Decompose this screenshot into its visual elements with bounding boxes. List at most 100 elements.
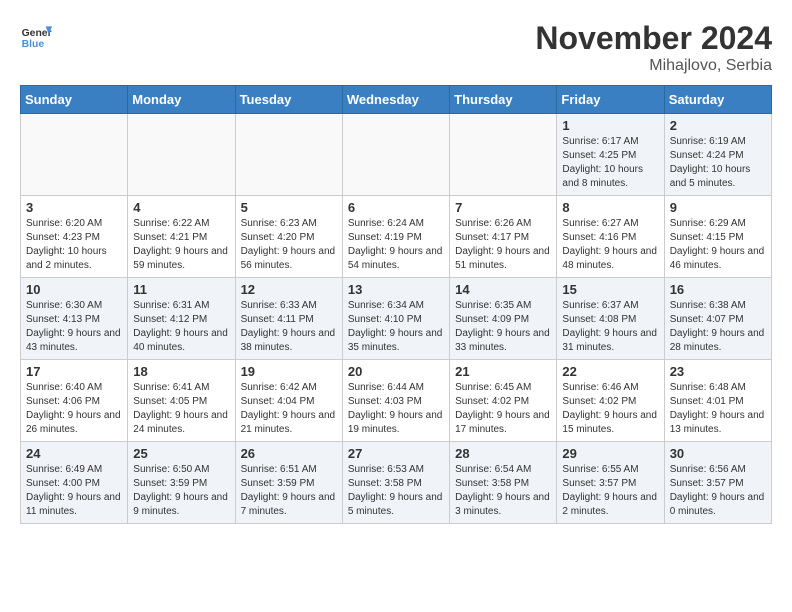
calendar-week-row: 10 Sunrise: 6:30 AM Sunset: 4:13 PM Dayli… (21, 278, 772, 360)
calendar-day-cell: 22 Sunrise: 6:46 AM Sunset: 4:02 PM Dayli… (557, 360, 664, 442)
calendar-week-row: 1 Sunrise: 6:17 AM Sunset: 4:25 PM Daylig… (21, 114, 772, 196)
calendar-day-cell: 19Sunrise: 6:42 AM Sunset: 4:04 PM Dayli… (235, 360, 342, 442)
day-info: Sunrise: 6:24 AM Sunset: 4:19 PM Dayligh… (348, 217, 444, 273)
day-number: 3 (26, 200, 122, 215)
calendar-day-cell: 8 Sunrise: 6:27 AM Sunset: 4:16 PM Daylig… (557, 196, 664, 278)
month-title: November 2024 (535, 20, 772, 57)
day-info: Sunrise: 6:33 AM Sunset: 4:11 PM Dayligh… (241, 299, 337, 355)
weekday-header: Saturday (664, 86, 771, 114)
weekday-header: Sunday (21, 86, 128, 114)
calendar-day-cell: 24 Sunrise: 6:49 AM Sunset: 4:00 PM Dayli… (21, 442, 128, 524)
day-info: Sunrise: 6:54 AM Sunset: 3:58 PM Dayligh… (455, 463, 551, 519)
day-info: Sunrise: 6:31 AM Sunset: 4:12 PM Dayligh… (133, 299, 229, 355)
day-number: 6 (348, 200, 444, 215)
day-number: 5 (241, 200, 337, 215)
day-info: Sunrise: 6:45 AM Sunset: 4:02 PM Dayligh… (455, 381, 551, 437)
day-number: 16 (670, 282, 766, 297)
calendar-day-cell: 23Sunrise: 6:48 AM Sunset: 4:01 PM Dayli… (664, 360, 771, 442)
calendar-week-row: 17 Sunrise: 6:40 AM Sunset: 4:06 PM Dayli… (21, 360, 772, 442)
day-number: 1 (562, 118, 658, 133)
calendar-day-cell: 5Sunrise: 6:23 AM Sunset: 4:20 PM Daylig… (235, 196, 342, 278)
day-number: 7 (455, 200, 551, 215)
calendar-day-cell: 9 Sunrise: 6:29 AM Sunset: 4:15 PM Daylig… (664, 196, 771, 278)
day-number: 26 (241, 446, 337, 461)
calendar-day-cell: 7 Sunrise: 6:26 AM Sunset: 4:17 PM Daylig… (450, 196, 557, 278)
day-info: Sunrise: 6:37 AM Sunset: 4:08 PM Dayligh… (562, 299, 658, 355)
day-number: 11 (133, 282, 229, 297)
calendar-day-cell: 12 Sunrise: 6:33 AM Sunset: 4:11 PM Dayli… (235, 278, 342, 360)
calendar-day-cell: 16 Sunrise: 6:38 AM Sunset: 4:07 PM Dayli… (664, 278, 771, 360)
page-header: General Blue November 2024 Mihajlovo, Se… (20, 20, 772, 75)
day-info: Sunrise: 6:22 AM Sunset: 4:21 PM Dayligh… (133, 217, 229, 273)
day-info: Sunrise: 6:55 AM Sunset: 3:57 PM Dayligh… (562, 463, 658, 519)
calendar-week-row: 24 Sunrise: 6:49 AM Sunset: 4:00 PM Dayli… (21, 442, 772, 524)
day-number: 23 (670, 364, 766, 379)
day-info: Sunrise: 6:30 AM Sunset: 4:13 PM Dayligh… (26, 299, 122, 355)
weekday-header: Thursday (450, 86, 557, 114)
day-number: 8 (562, 200, 658, 215)
calendar-day-cell: 26 Sunrise: 6:51 AM Sunset: 3:59 PM Dayli… (235, 442, 342, 524)
day-number: 18 (133, 364, 229, 379)
calendar-day-cell (21, 114, 128, 196)
day-info: Sunrise: 6:27 AM Sunset: 4:16 PM Dayligh… (562, 217, 658, 273)
calendar-day-cell: 18 Sunrise: 6:41 AM Sunset: 4:05 PM Dayli… (128, 360, 235, 442)
day-number: 25 (133, 446, 229, 461)
calendar-table: SundayMondayTuesdayWednesdayThursdayFrid… (20, 85, 772, 524)
day-number: 22 (562, 364, 658, 379)
day-info: Sunrise: 6:53 AM Sunset: 3:58 PM Dayligh… (348, 463, 444, 519)
day-info: Sunrise: 6:41 AM Sunset: 4:05 PM Dayligh… (133, 381, 229, 437)
logo: General Blue (20, 20, 52, 52)
day-info: Sunrise: 6:20 AM Sunset: 4:23 PM Dayligh… (26, 217, 122, 273)
day-info: Sunrise: 6:49 AM Sunset: 4:00 PM Dayligh… (26, 463, 122, 519)
calendar-day-cell: 3 Sunrise: 6:20 AM Sunset: 4:23 PM Daylig… (21, 196, 128, 278)
calendar-day-cell: 13Sunrise: 6:34 AM Sunset: 4:10 PM Dayli… (342, 278, 449, 360)
day-number: 12 (241, 282, 337, 297)
calendar-day-cell: 4 Sunrise: 6:22 AM Sunset: 4:21 PM Daylig… (128, 196, 235, 278)
day-number: 28 (455, 446, 551, 461)
day-number: 24 (26, 446, 122, 461)
calendar-day-cell: 11 Sunrise: 6:31 AM Sunset: 4:12 PM Dayli… (128, 278, 235, 360)
day-number: 2 (670, 118, 766, 133)
day-info: Sunrise: 6:26 AM Sunset: 4:17 PM Dayligh… (455, 217, 551, 273)
day-number: 19 (241, 364, 337, 379)
calendar-day-cell: 28 Sunrise: 6:54 AM Sunset: 3:58 PM Dayli… (450, 442, 557, 524)
calendar-day-cell: 20 Sunrise: 6:44 AM Sunset: 4:03 PM Dayli… (342, 360, 449, 442)
day-number: 17 (26, 364, 122, 379)
day-info: Sunrise: 6:50 AM Sunset: 3:59 PM Dayligh… (133, 463, 229, 519)
day-info: Sunrise: 6:40 AM Sunset: 4:06 PM Dayligh… (26, 381, 122, 437)
weekday-header: Monday (128, 86, 235, 114)
logo-icon: General Blue (20, 20, 52, 52)
calendar-day-cell: 27 Sunrise: 6:53 AM Sunset: 3:58 PM Dayli… (342, 442, 449, 524)
calendar-day-cell: 21Sunrise: 6:45 AM Sunset: 4:02 PM Dayli… (450, 360, 557, 442)
day-number: 14 (455, 282, 551, 297)
day-number: 10 (26, 282, 122, 297)
day-number: 9 (670, 200, 766, 215)
calendar-day-cell (450, 114, 557, 196)
day-info: Sunrise: 6:29 AM Sunset: 4:15 PM Dayligh… (670, 217, 766, 273)
calendar-week-row: 3 Sunrise: 6:20 AM Sunset: 4:23 PM Daylig… (21, 196, 772, 278)
day-info: Sunrise: 6:38 AM Sunset: 4:07 PM Dayligh… (670, 299, 766, 355)
day-number: 30 (670, 446, 766, 461)
day-info: Sunrise: 6:46 AM Sunset: 4:02 PM Dayligh… (562, 381, 658, 437)
day-number: 27 (348, 446, 444, 461)
calendar-header-row: SundayMondayTuesdayWednesdayThursdayFrid… (21, 86, 772, 114)
calendar-day-cell (342, 114, 449, 196)
day-info: Sunrise: 6:56 AM Sunset: 3:57 PM Dayligh… (670, 463, 766, 519)
day-info: Sunrise: 6:44 AM Sunset: 4:03 PM Dayligh… (348, 381, 444, 437)
svg-text:Blue: Blue (22, 39, 45, 50)
weekday-header: Wednesday (342, 86, 449, 114)
location: Mihajlovo, Serbia (535, 57, 772, 75)
calendar-day-cell: 25 Sunrise: 6:50 AM Sunset: 3:59 PM Dayli… (128, 442, 235, 524)
calendar-day-cell: 2Sunrise: 6:19 AM Sunset: 4:24 PM Daylig… (664, 114, 771, 196)
calendar-day-cell: 30 Sunrise: 6:56 AM Sunset: 3:57 PM Dayli… (664, 442, 771, 524)
day-info: Sunrise: 6:17 AM Sunset: 4:25 PM Dayligh… (562, 135, 658, 191)
day-info: Sunrise: 6:51 AM Sunset: 3:59 PM Dayligh… (241, 463, 337, 519)
calendar-day-cell: 29Sunrise: 6:55 AM Sunset: 3:57 PM Dayli… (557, 442, 664, 524)
day-number: 4 (133, 200, 229, 215)
day-info: Sunrise: 6:35 AM Sunset: 4:09 PM Dayligh… (455, 299, 551, 355)
day-number: 20 (348, 364, 444, 379)
calendar-day-cell: 6 Sunrise: 6:24 AM Sunset: 4:19 PM Daylig… (342, 196, 449, 278)
calendar-day-cell: 17 Sunrise: 6:40 AM Sunset: 4:06 PM Dayli… (21, 360, 128, 442)
calendar-day-cell (128, 114, 235, 196)
title-block: November 2024 Mihajlovo, Serbia (535, 20, 772, 75)
